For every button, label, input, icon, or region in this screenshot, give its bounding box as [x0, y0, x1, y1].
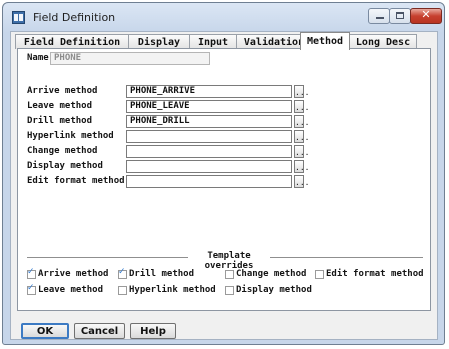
edit-format-method-browse-button[interactable]: ... — [294, 175, 309, 188]
override-hyperlink-label: Hyperlink method — [129, 285, 216, 295]
maximize-icon — [396, 12, 404, 19]
hyperlink-method-browse-button[interactable]: ... — [294, 130, 309, 143]
edit-format-method-field[interactable] — [126, 175, 292, 188]
title-bar[interactable]: Field Definition ✕ — [3, 3, 444, 31]
override-leave-checkbox[interactable]: ✓ — [27, 283, 36, 295]
override-hyperlink-checkbox[interactable] — [118, 286, 127, 295]
drill-method-label: Drill method — [27, 116, 93, 126]
hyperlink-method-field[interactable] — [126, 130, 292, 143]
form-icon — [12, 11, 25, 24]
dialog-client: Field Definition Display Input Validatio… — [10, 31, 438, 340]
change-method-label: Change method — [27, 146, 98, 156]
override-drill-label: Drill method — [129, 269, 195, 279]
override-arrive-label: Arrive method — [38, 269, 109, 279]
override-arrive-checkbox[interactable]: ✓ — [27, 267, 36, 279]
override-edit-format-label: Edit format method — [326, 269, 424, 279]
cancel-button[interactable]: Cancel — [74, 323, 125, 339]
override-drill-checkbox[interactable]: ✓ — [118, 267, 127, 279]
minimize-icon — [376, 17, 384, 19]
arrive-method-label: Arrive method — [27, 86, 98, 96]
tab-method[interactable]: Method — [300, 32, 350, 50]
window-title: Field Definition — [33, 11, 116, 24]
leave-method-browse-button[interactable]: ... — [294, 100, 309, 113]
overrides-title: Template overrides — [188, 251, 270, 271]
leave-method-label: Leave method — [27, 101, 93, 111]
leave-method-field[interactable]: PHONE_LEAVE — [126, 100, 292, 113]
tab-field-definition[interactable]: Field Definition — [15, 34, 129, 49]
change-method-field[interactable] — [126, 145, 292, 158]
dialog-window: Field Definition ✕ Field Definition Disp… — [2, 2, 445, 345]
override-display-checkbox[interactable] — [225, 286, 234, 295]
override-change-label: Change method — [236, 269, 307, 279]
override-edit-format-checkbox[interactable] — [315, 270, 324, 279]
method-panel: Name PHONE Arrive method PHONE_ARRIVE ..… — [17, 48, 431, 311]
override-display-label: Display method — [236, 285, 312, 295]
close-button[interactable]: ✕ — [410, 8, 442, 24]
display-method-browse-button[interactable]: ... — [294, 160, 309, 173]
tab-input[interactable]: Input — [189, 34, 237, 49]
tab-display[interactable]: Display — [128, 34, 190, 49]
display-method-label: Display method — [27, 161, 103, 171]
help-button[interactable]: Help — [130, 323, 176, 339]
ok-button[interactable]: OK — [21, 323, 69, 339]
drill-method-field[interactable]: PHONE_DRILL — [126, 115, 292, 128]
name-field: PHONE — [50, 52, 210, 65]
check-icon: ✓ — [118, 267, 126, 277]
arrive-method-browse-button[interactable]: ... — [294, 85, 309, 98]
display-method-field[interactable] — [126, 160, 292, 173]
close-icon: ✕ — [421, 8, 431, 21]
change-method-browse-button[interactable]: ... — [294, 145, 309, 158]
override-change-checkbox[interactable] — [225, 270, 234, 279]
tab-long-desc[interactable]: Long Desc — [349, 34, 417, 49]
override-leave-label: Leave method — [38, 285, 104, 295]
name-label: Name — [27, 53, 49, 63]
edit-format-method-label: Edit format method — [27, 176, 125, 186]
arrive-method-field[interactable]: PHONE_ARRIVE — [126, 85, 292, 98]
minimize-button[interactable] — [368, 8, 390, 24]
check-icon: ✓ — [27, 283, 35, 293]
hyperlink-method-label: Hyperlink method — [27, 131, 114, 141]
maximize-button[interactable] — [389, 8, 411, 24]
check-icon: ✓ — [27, 267, 35, 277]
drill-method-browse-button[interactable]: ... — [294, 115, 309, 128]
